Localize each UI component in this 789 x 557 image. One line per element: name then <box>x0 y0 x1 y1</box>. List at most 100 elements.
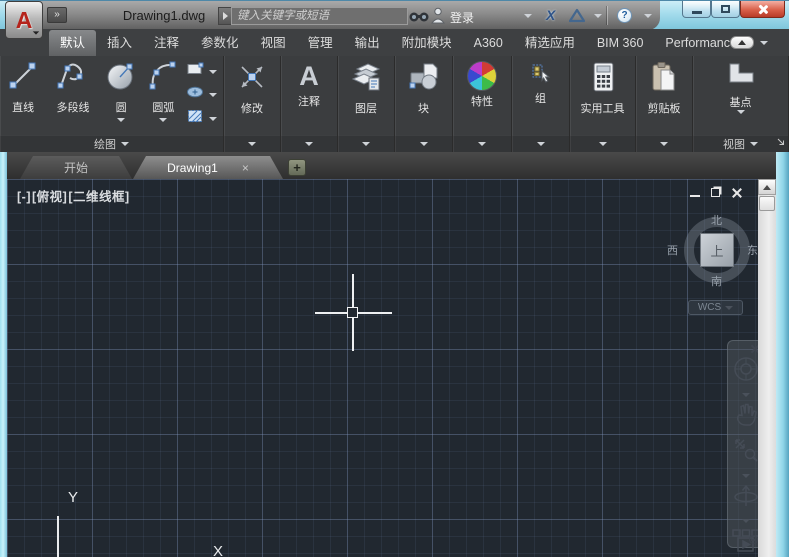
block-button[interactable]: 块 <box>395 56 452 135</box>
search-input[interactable] <box>231 7 408 25</box>
autodesk-exchange-icon[interactable]: X <box>546 7 555 23</box>
collapse-icon <box>738 40 746 45</box>
minimize-button[interactable] <box>682 1 711 18</box>
circle-tool-button[interactable]: 圆 <box>102 56 140 135</box>
group-button[interactable]: 组 <box>512 56 569 135</box>
ribbon-tab-addins[interactable]: 附加模块 <box>391 30 463 56</box>
viewcube-top-face[interactable]: 上 <box>700 233 734 267</box>
compass-east-label[interactable]: 东 <box>747 242 758 258</box>
autocad-logo-icon: A <box>15 6 33 33</box>
line-tool-button[interactable]: 直线 <box>2 56 44 135</box>
panel-view-expander[interactable]: 视图 <box>693 135 788 152</box>
scroll-up-button[interactable] <box>758 179 776 195</box>
rectangle-tool-button[interactable] <box>186 62 221 81</box>
zoom-dropdown-icon[interactable] <box>741 474 750 478</box>
ribbon-tab-annotate[interactable]: 注释 <box>143 30 190 56</box>
ellipse-dropdown-icon[interactable] <box>209 92 218 97</box>
panel-properties-expander[interactable] <box>453 135 511 152</box>
sign-in-dropdown-icon[interactable] <box>524 14 532 18</box>
group-label: 组 <box>535 93 546 105</box>
orbit-dropdown-icon[interactable] <box>741 519 750 523</box>
modify-button[interactable]: 修改 <box>224 56 280 135</box>
ribbon-minimize-dropdown-icon[interactable] <box>760 40 768 45</box>
file-tab-start[interactable]: 开始 <box>20 156 132 179</box>
arc-dropdown-icon[interactable] <box>159 118 168 122</box>
panel-layers-expander[interactable] <box>338 135 394 152</box>
doc-restore-icon[interactable] <box>711 188 720 197</box>
ribbon-tab-output[interactable]: 输出 <box>344 30 391 56</box>
search-binoculars-icon[interactable] <box>408 9 430 23</box>
navbar-close-icon[interactable] <box>750 344 758 353</box>
panel-utilities-expander[interactable] <box>570 135 635 152</box>
panel-group-expander[interactable] <box>512 135 569 152</box>
application-menu-button[interactable]: A <box>5 1 43 39</box>
panel-block-expander[interactable] <box>395 135 452 152</box>
restore-button[interactable] <box>711 1 740 18</box>
drawing-canvas[interactable]: [-][俯视][二维线框] 上 北 西 东 南 WCS Y X <box>7 179 758 557</box>
a360-icon[interactable] <box>569 8 585 23</box>
restore-icon <box>721 5 730 13</box>
arc-tool-button[interactable]: 圆弧 <box>142 56 184 135</box>
help-dropdown-icon[interactable] <box>644 14 652 18</box>
doc-close-icon[interactable] <box>731 187 742 198</box>
compass-south-label[interactable]: 南 <box>711 273 722 289</box>
viewport-view-control[interactable]: [俯视] <box>32 190 67 204</box>
panel-annotate-expander[interactable] <box>281 135 337 152</box>
close-icon <box>757 4 768 15</box>
compass-north-label[interactable]: 北 <box>711 212 722 228</box>
viewport-minimize-control[interactable]: [-] <box>17 190 31 204</box>
utilities-button[interactable]: 实用工具 <box>570 56 635 135</box>
dialog-launcher-icon[interactable] <box>777 137 785 149</box>
hatch-dropdown-icon[interactable] <box>209 116 218 121</box>
polyline-tool-button[interactable]: 多段线 <box>46 56 100 135</box>
ribbon-minimize-button[interactable] <box>730 36 754 49</box>
a360-dropdown-icon[interactable] <box>594 14 602 18</box>
vertical-scrollbar[interactable] <box>758 179 776 557</box>
annotate-button[interactable]: A 注释 <box>281 56 337 135</box>
wcs-dropdown-icon <box>725 305 734 310</box>
wcs-menu[interactable]: WCS <box>688 300 743 315</box>
ribbon-tab-a360[interactable]: A360 <box>463 30 514 56</box>
sign-in-button[interactable]: 登录 <box>450 9 474 26</box>
base-point-button[interactable]: 基点 <box>693 56 788 135</box>
viewport-visual-style-control[interactable]: [二维线框] <box>68 190 129 204</box>
zoom-extents-icon[interactable] <box>732 436 759 469</box>
pan-hand-icon[interactable] <box>733 402 759 431</box>
circle-dropdown-icon[interactable] <box>117 118 126 122</box>
rectangle-dropdown-icon[interactable] <box>209 69 218 74</box>
ribbon-tab-manage[interactable]: 管理 <box>297 30 344 56</box>
close-button[interactable] <box>740 1 785 18</box>
expand-panel-icon <box>598 142 607 146</box>
panel-modify-expander[interactable] <box>224 135 280 152</box>
properties-button[interactable]: 特性 <box>453 56 511 135</box>
tab-close-icon[interactable]: × <box>242 161 249 175</box>
hatch-tool-button[interactable] <box>186 108 221 129</box>
panel-clipboard-expander[interactable] <box>636 135 692 152</box>
navbar-customize-icon[interactable] <box>749 535 758 544</box>
ribbon-tab-insert[interactable]: 插入 <box>96 30 143 56</box>
compass-west-label[interactable]: 西 <box>667 242 678 258</box>
ribbon-tab-default[interactable]: 默认 <box>49 30 97 56</box>
file-tab-drawing1[interactable]: Drawing1 × <box>133 156 283 179</box>
panel-draw-expander[interactable]: 绘图 <box>0 135 223 152</box>
clipboard-button[interactable]: 剪贴板 <box>636 56 692 135</box>
new-drawing-tab-button[interactable]: + <box>288 159 306 176</box>
ribbon-tab-bim360[interactable]: BIM 360 <box>586 30 655 56</box>
steering-wheel-icon[interactable] <box>731 355 759 388</box>
quick-access-overflow-button[interactable]: » <box>47 7 67 23</box>
base-point-dropdown-icon[interactable] <box>736 110 745 114</box>
ribbon-tab-featured-apps[interactable]: 精选应用 <box>514 30 586 56</box>
arrow-up-icon <box>763 184 771 190</box>
orbit-icon[interactable] <box>732 483 759 514</box>
doc-minimize-icon[interactable] <box>690 194 700 198</box>
ellipse-tool-button[interactable] <box>186 85 221 104</box>
file-tab-bar: 开始 Drawing1 × + <box>0 152 789 179</box>
ribbon-tab-parametric[interactable]: 参数化 <box>190 30 250 56</box>
layers-button[interactable]: 图层 <box>338 56 394 135</box>
help-button[interactable]: ? <box>617 8 632 23</box>
steering-wheel-dropdown-icon[interactable] <box>741 393 750 397</box>
scrollbar-thumb[interactable] <box>759 196 775 211</box>
ribbon-tab-view[interactable]: 视图 <box>250 30 297 56</box>
panel-properties: 特性 <box>453 56 512 152</box>
search-go-button[interactable] <box>218 7 231 25</box>
